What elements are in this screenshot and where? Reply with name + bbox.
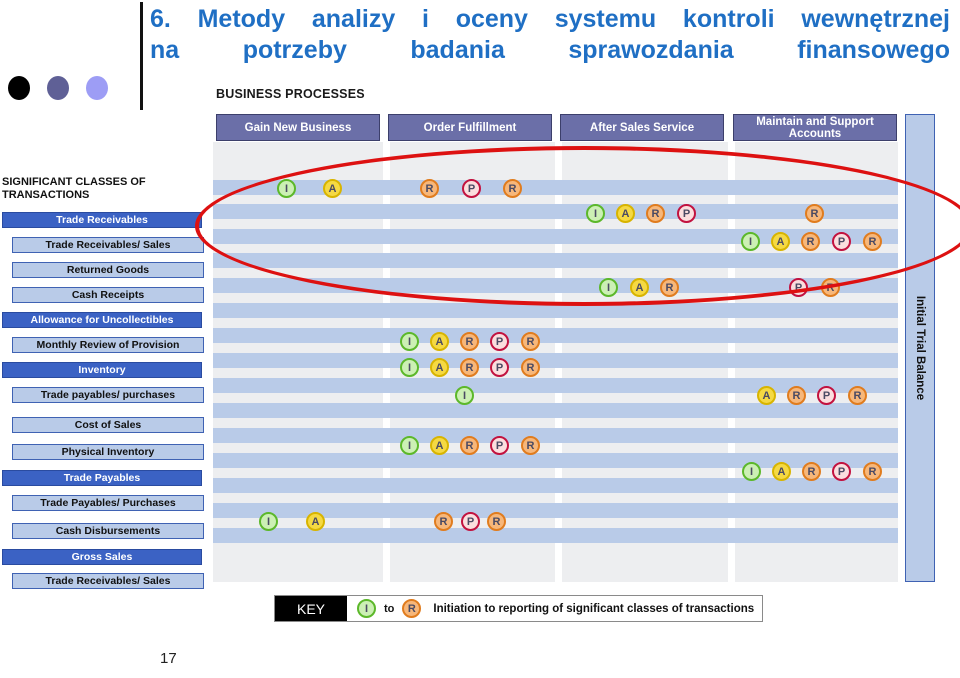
marker-r-icon: R <box>521 332 540 351</box>
grid-row-band <box>213 204 898 219</box>
process-column-header[interactable]: Order Fulfillment <box>388 114 552 141</box>
marker-i-icon: I <box>277 179 296 198</box>
marker-a-icon: A <box>323 179 342 198</box>
key-connector-label: to <box>384 602 395 615</box>
marker-r-icon: R <box>487 512 506 531</box>
transaction-class-row[interactable]: Trade payables/ purchases <box>12 387 204 403</box>
key-legend-body: I to R Initiation to reporting of signif… <box>347 596 762 621</box>
key-description: Initiation to reporting of significant c… <box>433 602 755 615</box>
marker-r-icon: R <box>503 179 522 198</box>
marker-i-icon: I <box>586 204 605 223</box>
marker-i-icon: I <box>259 512 278 531</box>
transaction-class-row[interactable]: Cash Receipts <box>12 287 204 303</box>
marker-r-icon: R <box>802 462 821 481</box>
marker-r-icon: R <box>646 204 665 223</box>
initial-trial-balance-column: Initial Trial Balance <box>905 114 935 582</box>
marker-p-icon: P <box>462 179 481 198</box>
significant-classes-sidebar: Trade Receivables Trade Receivables/ Sale… <box>0 0 210 678</box>
marker-i-icon: I <box>455 386 474 405</box>
marker-r-icon: R <box>521 436 540 455</box>
grid-row-band <box>213 353 898 368</box>
key-reporting-marker-icon: R <box>402 599 422 618</box>
process-column-header[interactable]: After Sales Service <box>560 114 724 141</box>
marker-r-icon: R <box>660 278 679 297</box>
page-title: 6. Metody analizy i oceny systemu kontro… <box>150 4 950 66</box>
marker-r-icon: R <box>805 204 824 223</box>
marker-p-icon: P <box>490 436 509 455</box>
key-label: KEY <box>275 596 347 621</box>
marker-p-icon: P <box>461 512 480 531</box>
transaction-class-row[interactable]: Allowance for Uncollectibles <box>2 312 202 328</box>
marker-r-icon: R <box>460 436 479 455</box>
transaction-class-row[interactable]: Trade Payables/ Purchases <box>12 495 204 511</box>
grid-row-band <box>213 229 898 244</box>
page-title-line-2: na potrzeby badania sprawozdania finanso… <box>150 36 950 64</box>
marker-r-icon: R <box>460 358 479 377</box>
marker-a-icon: A <box>757 386 776 405</box>
marker-p-icon: P <box>677 204 696 223</box>
marker-p-icon: P <box>789 278 808 297</box>
transaction-class-row[interactable]: Gross Sales <box>2 549 202 565</box>
marker-p-icon: P <box>832 462 851 481</box>
marker-a-icon: A <box>306 512 325 531</box>
grid-row-band <box>213 478 898 493</box>
key-legend-bar: KEY I to R Initiation to reporting of si… <box>274 595 764 622</box>
marker-a-icon: A <box>630 278 649 297</box>
transaction-class-row[interactable]: Trade Receivables <box>2 212 202 228</box>
transaction-class-row[interactable]: Cash Disbursements <box>12 523 204 539</box>
marker-i-icon: I <box>400 332 419 351</box>
marker-i-icon: I <box>742 462 761 481</box>
business-processes-caption: BUSINESS PROCESSES <box>216 87 365 101</box>
transaction-class-row[interactable]: Monthly Review of Provision <box>12 337 204 353</box>
transaction-class-row[interactable]: Inventory <box>2 362 202 378</box>
marker-r-icon: R <box>821 278 840 297</box>
grid-row-band <box>213 403 898 418</box>
transaction-class-row[interactable]: Trade Payables <box>2 470 202 486</box>
marker-r-icon: R <box>863 462 882 481</box>
marker-p-icon: P <box>490 358 509 377</box>
marker-a-icon: A <box>616 204 635 223</box>
transaction-class-row[interactable]: Physical Inventory <box>12 444 204 460</box>
marker-r-icon: R <box>787 386 806 405</box>
grid-row-band <box>213 328 898 343</box>
marker-p-icon: P <box>832 232 851 251</box>
marker-a-icon: A <box>772 462 791 481</box>
key-initiation-marker-icon: I <box>357 599 376 618</box>
initial-trial-balance-label: Initial Trial Balance <box>914 295 926 401</box>
marker-i-icon: I <box>741 232 760 251</box>
marker-i-icon: I <box>599 278 618 297</box>
transaction-class-row[interactable]: Trade Receivables/ Sales <box>12 573 204 589</box>
marker-a-icon: A <box>430 436 449 455</box>
grid-row-band <box>213 253 898 268</box>
marker-r-icon: R <box>521 358 540 377</box>
transaction-class-row[interactable]: Returned Goods <box>12 262 204 278</box>
process-column-header[interactable]: Maintain and Support Accounts <box>733 114 897 141</box>
grid-row-band <box>213 428 898 443</box>
marker-a-icon: A <box>430 332 449 351</box>
marker-r-icon: R <box>848 386 867 405</box>
process-column-header[interactable]: Gain New Business <box>216 114 380 141</box>
marker-p-icon: P <box>490 332 509 351</box>
marker-r-icon: R <box>801 232 820 251</box>
page-title-line-1: 6. Metody analizy i oceny systemu kontro… <box>150 5 950 33</box>
marker-i-icon: I <box>400 358 419 377</box>
grid-row-band <box>213 180 898 195</box>
marker-p-icon: P <box>817 386 836 405</box>
transaction-class-row[interactable]: Trade Receivables/ Sales <box>12 237 204 253</box>
marker-i-icon: I <box>400 436 419 455</box>
grid-row-band <box>213 453 898 468</box>
transaction-class-row[interactable]: Cost of Sales <box>12 417 204 433</box>
marker-r-icon: R <box>434 512 453 531</box>
grid-row-band <box>213 303 898 318</box>
marker-r-icon: R <box>863 232 882 251</box>
marker-a-icon: A <box>430 358 449 377</box>
page-number: 17 <box>160 650 177 667</box>
marker-a-icon: A <box>771 232 790 251</box>
marker-r-icon: R <box>420 179 439 198</box>
marker-r-icon: R <box>460 332 479 351</box>
